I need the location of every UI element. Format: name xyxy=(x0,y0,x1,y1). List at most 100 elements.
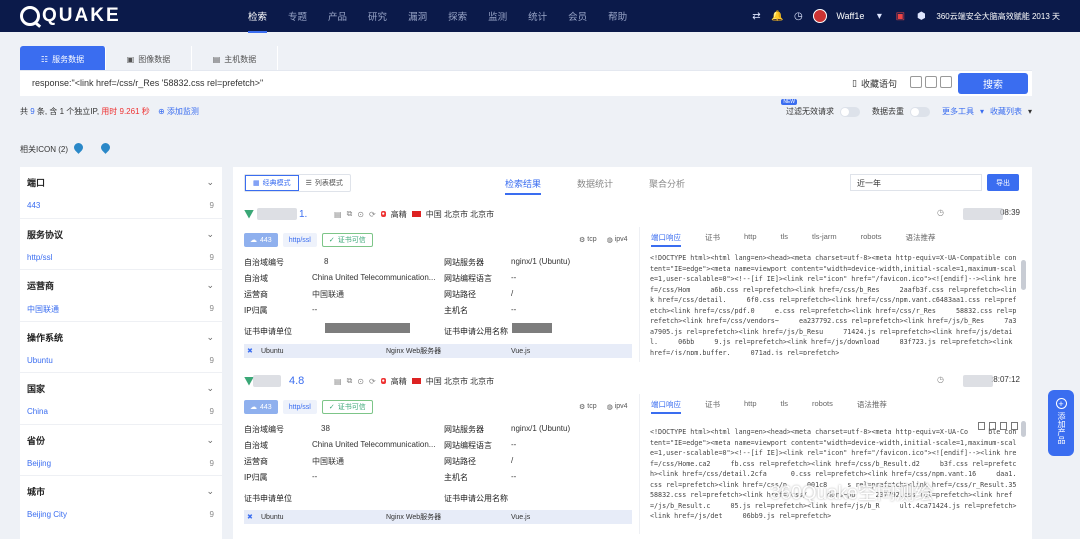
service-chip[interactable]: http/ssl xyxy=(282,400,317,414)
chevron-down-icon[interactable]: ⌄ xyxy=(206,383,214,394)
nav-item-products[interactable]: 产品 xyxy=(328,9,347,23)
bell-icon[interactable]: 🔔 xyxy=(771,10,783,22)
add-monitor-icon[interactable]: ⊕ xyxy=(158,107,165,116)
search-button[interactable]: 搜索 xyxy=(958,73,1028,94)
tab-port-response[interactable]: 端口响应 xyxy=(651,399,681,414)
refresh-icon[interactable]: ⟳ xyxy=(369,210,376,219)
facet-port[interactable]: 端口 ⌄ 443 9 xyxy=(20,167,222,219)
facet-value[interactable]: 443 xyxy=(27,201,40,210)
tab-robots[interactable]: robots xyxy=(861,232,882,243)
service-chip[interactable]: http/ssl xyxy=(282,233,317,247)
list-mode-button[interactable]: ☰ 列表模式 xyxy=(299,175,350,191)
nav-item-topics[interactable]: 专题 xyxy=(288,9,307,23)
translate-icon[interactable]: ⇄ xyxy=(750,10,762,22)
add-product-button[interactable]: + 添加产品 xyxy=(1048,390,1074,456)
nav-item-help[interactable]: 帮助 xyxy=(608,9,627,23)
tab-tls-jarm[interactable]: tls-jarm xyxy=(812,232,837,243)
chevron-down-icon[interactable]: ⌄ xyxy=(206,177,214,188)
date-range-select[interactable]: 近一年 xyxy=(850,174,982,191)
upload-icon[interactable] xyxy=(910,76,922,88)
facet-value[interactable]: http/ssl xyxy=(27,253,52,262)
nav-item-stats[interactable]: 统计 xyxy=(528,9,547,23)
nav-item-research[interactable]: 研究 xyxy=(368,9,387,23)
target-icon[interactable]: ⊙ xyxy=(357,210,364,219)
chevron-down-icon[interactable]: ⌄ xyxy=(206,486,214,497)
app-nginx[interactable]: Nginx Web服务器 xyxy=(386,512,441,522)
export-button[interactable]: 导出 xyxy=(987,174,1019,191)
chevron-down-icon[interactable]: ⌄ xyxy=(206,332,214,343)
facet-city[interactable]: 城市 ⌄ Beijing City 9 xyxy=(20,476,222,528)
tab-host-data[interactable]: ▤ 主机数据 xyxy=(192,46,278,72)
save-query-button[interactable]: ▯ 收藏语句 xyxy=(852,77,897,90)
nav-item-member[interactable]: 会员 xyxy=(568,9,587,23)
app-ubuntu[interactable]: Ubuntu xyxy=(261,514,284,521)
fav-list-link[interactable]: 收藏列表 xyxy=(990,106,1022,117)
target-icon[interactable]: ⊙ xyxy=(357,377,364,386)
chevron-down-icon[interactable]: ⌄ xyxy=(206,280,214,291)
tab-image-data[interactable]: ▣ 图像数据 xyxy=(106,46,192,72)
copy-icon[interactable]: ⧉ xyxy=(347,376,353,386)
nav-item-explore[interactable]: 探索 xyxy=(448,9,467,23)
search-input[interactable]: response:"<link href=/css/r_Res '58832.c… xyxy=(32,78,263,88)
app-ubuntu[interactable]: Ubuntu xyxy=(261,348,284,355)
tab-cert[interactable]: 证书 xyxy=(705,232,720,243)
quake-logo[interactable]: QUAKE xyxy=(20,5,121,27)
cert-trusted-chip[interactable]: ✓ 证书可信 xyxy=(321,233,373,247)
app-vuejs[interactable]: Vue.js xyxy=(511,514,530,521)
tab-http[interactable]: http xyxy=(744,399,757,410)
classic-mode-button[interactable]: ▦ 经典模式 xyxy=(245,175,299,191)
tab-service-data[interactable]: ☷ 服务数据 xyxy=(20,46,106,72)
document-icon[interactable]: ▤ xyxy=(334,210,342,219)
port-chip[interactable]: ☁ 443 xyxy=(244,233,278,247)
nav-item-vulns[interactable]: 漏洞 xyxy=(408,9,427,23)
add-monitor-link[interactable]: 添加监测 xyxy=(167,107,199,116)
username[interactable]: Waff1e xyxy=(836,11,864,21)
chevron-down-icon[interactable]: ⌄ xyxy=(206,229,214,240)
facet-protocol[interactable]: 服务协议 ⌄ http/ssl 9 xyxy=(20,219,222,270)
facet-value[interactable]: Beijing City xyxy=(27,510,67,519)
document-icon[interactable]: ▤ xyxy=(334,377,342,386)
tab-port-response[interactable]: 端口响应 xyxy=(651,232,681,247)
app-vuejs[interactable]: Vue.js xyxy=(511,348,530,355)
scrollbar[interactable] xyxy=(1021,421,1026,437)
more-tools-link[interactable]: 更多工具 xyxy=(942,106,974,117)
favicon-pin-icon[interactable] xyxy=(74,143,83,155)
facet-value[interactable]: 中国联通 xyxy=(27,304,59,315)
dedup-toggle[interactable] xyxy=(909,106,930,117)
related-icons: 相关ICON (2) xyxy=(20,143,110,155)
tab-tls[interactable]: tls xyxy=(781,232,789,243)
filter-invalid-toggle[interactable] xyxy=(839,106,860,117)
nav-item-search[interactable]: 检索 xyxy=(248,9,268,33)
facet-value[interactable]: Beijing xyxy=(27,459,51,468)
facet-value[interactable]: China xyxy=(27,407,48,416)
avatar[interactable] xyxy=(813,9,828,23)
facet-os[interactable]: 操作系统 ⌄ Ubuntu 9 xyxy=(20,322,222,373)
copy-icon[interactable]: ⧉ xyxy=(347,209,353,219)
tab-search-results[interactable]: 检索结果 xyxy=(505,177,542,195)
port-chip[interactable]: ☁ 443 xyxy=(244,400,278,414)
chevron-down-icon[interactable]: ▾ xyxy=(873,10,885,22)
tab-cert[interactable]: 证书 xyxy=(705,399,720,410)
facet-value[interactable]: Ubuntu xyxy=(27,356,53,365)
favicon-pin-icon[interactable] xyxy=(101,143,110,155)
response-body[interactable]: <!DOCTYPE html><html lang=en><head><meta… xyxy=(650,253,1020,355)
tab-tls[interactable]: tls xyxy=(781,399,789,410)
tab-http[interactable]: http xyxy=(744,232,757,243)
app-nginx[interactable]: Nginx Web服务器 xyxy=(386,346,441,356)
tab-syntax[interactable]: 语法推荐 xyxy=(857,399,887,410)
facet-province[interactable]: 省份 ⌄ Beijing 9 xyxy=(20,425,222,476)
tab-syntax[interactable]: 语法推荐 xyxy=(905,232,935,243)
facet-isp[interactable]: 运营商 ⌄ 中国联通 9 xyxy=(20,270,222,322)
scrollbar[interactable] xyxy=(1021,260,1026,290)
tab-aggregation[interactable]: 聚合分析 xyxy=(649,177,685,190)
clock-icon[interactable]: ◷ xyxy=(792,10,804,22)
tab-data-stats[interactable]: 数据统计 xyxy=(577,177,613,190)
scan-icon[interactable] xyxy=(925,76,937,88)
settings-icon[interactable] xyxy=(940,76,952,88)
facet-country[interactable]: 国家 ⌄ China 9 xyxy=(20,373,222,425)
tab-robots[interactable]: robots xyxy=(812,399,833,410)
cert-trusted-chip[interactable]: ✓ 证书可信 xyxy=(321,400,373,414)
refresh-icon[interactable]: ⟳ xyxy=(369,377,376,386)
nav-item-monitor[interactable]: 监测 xyxy=(488,9,507,23)
chevron-down-icon[interactable]: ⌄ xyxy=(206,435,214,446)
